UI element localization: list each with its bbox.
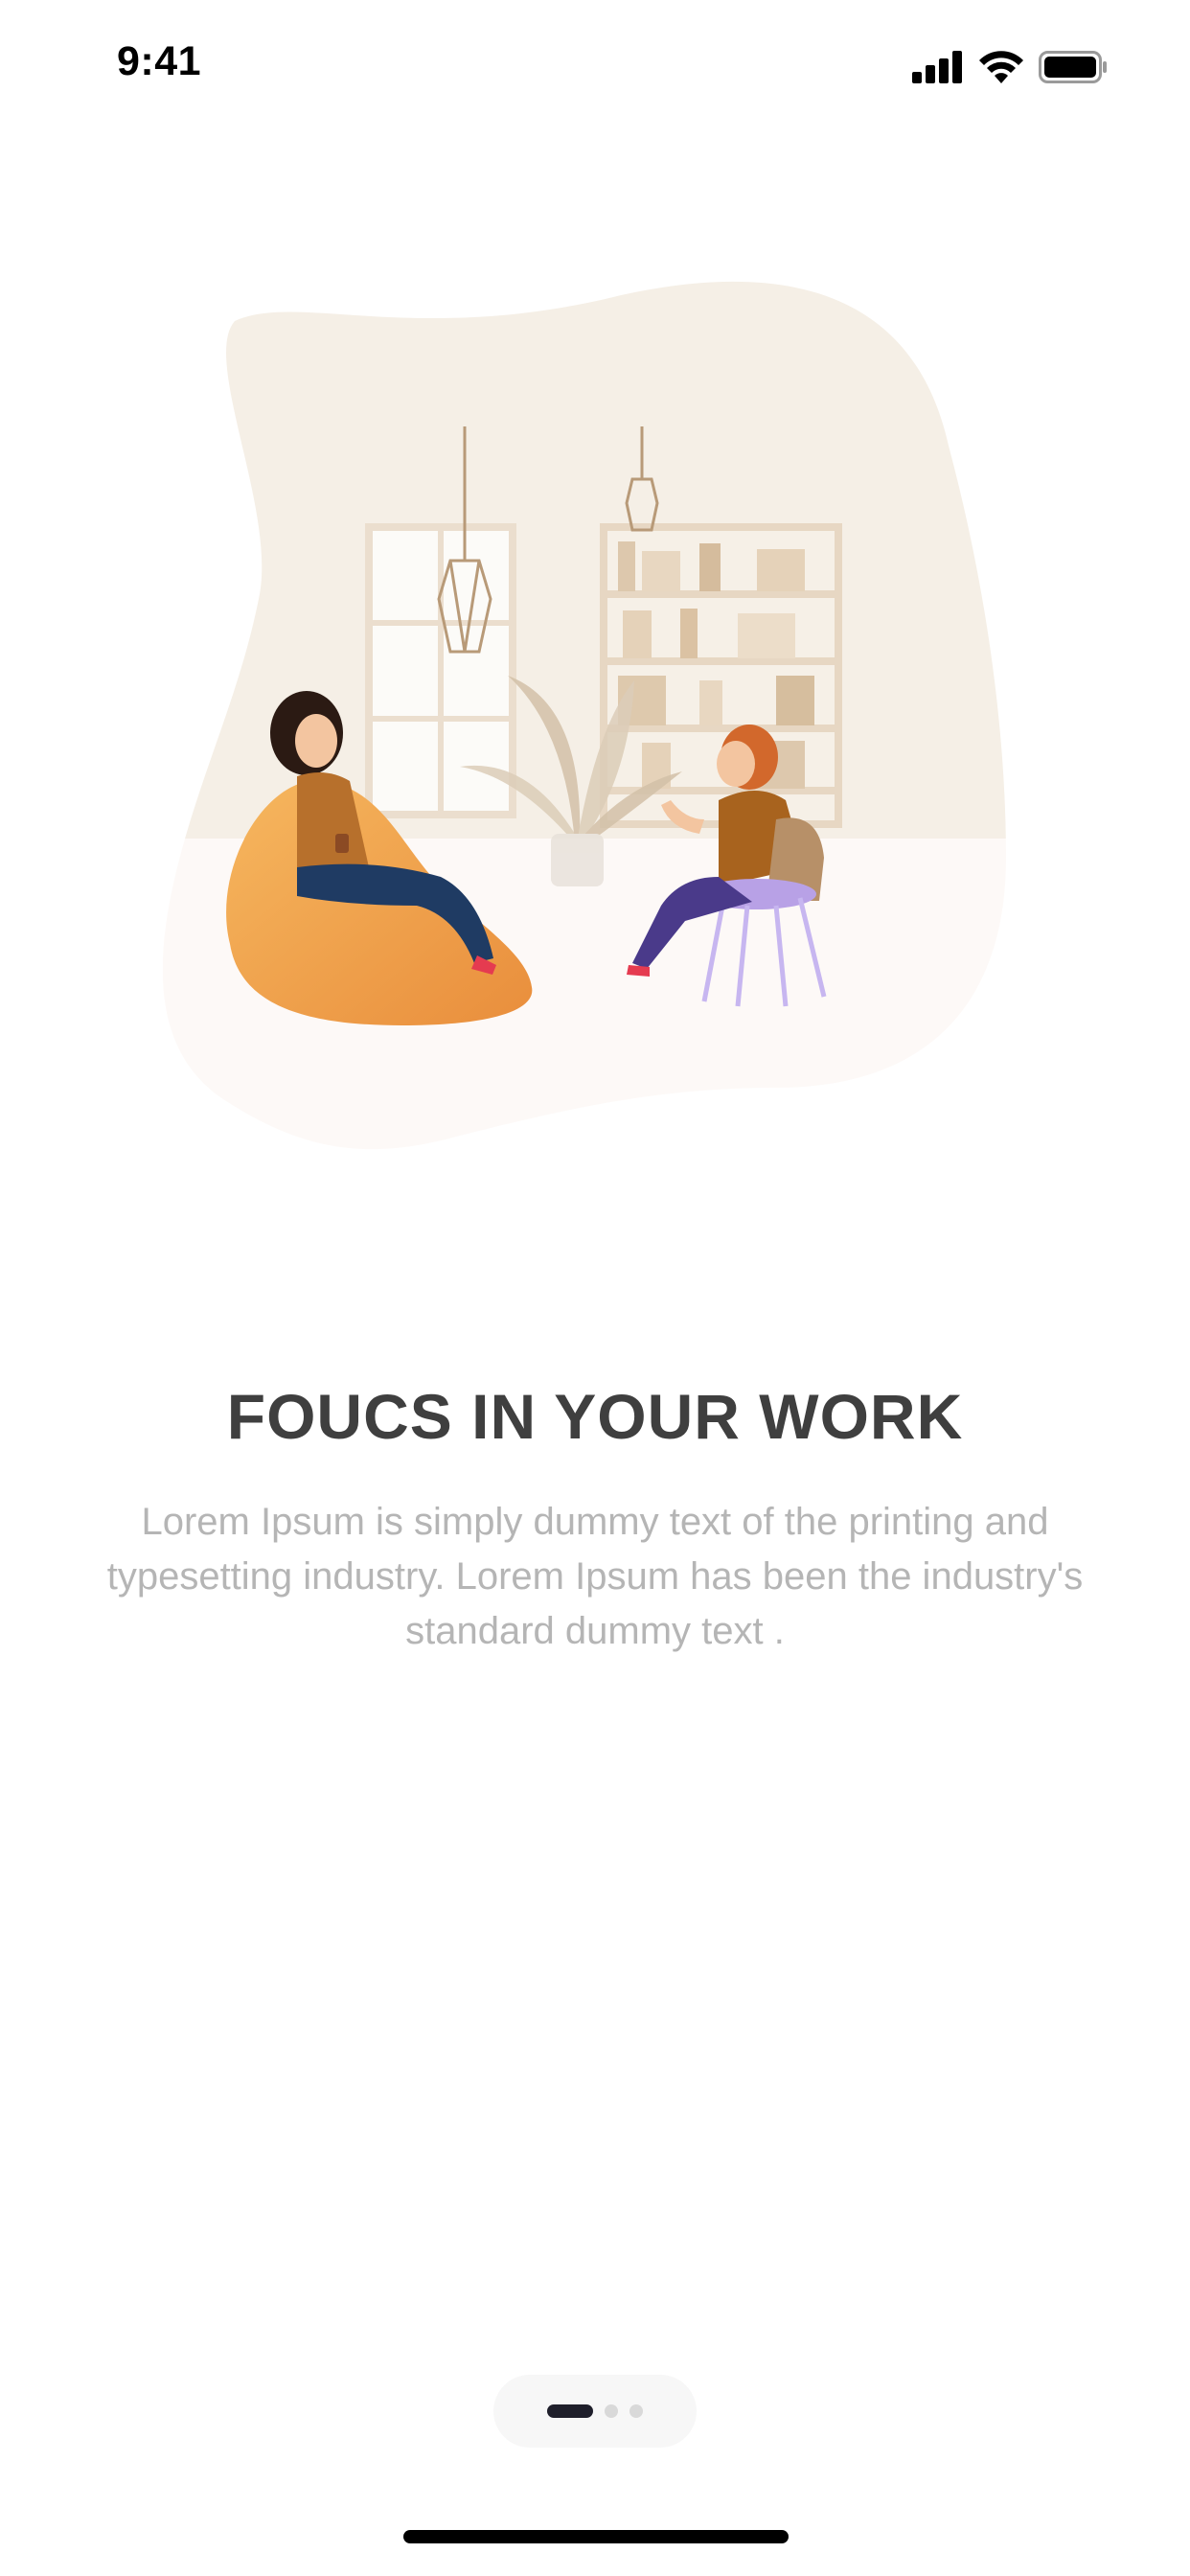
onboarding-description: Lorem Ipsum is simply dummy text of the … (106, 1501, 1084, 1652)
two-people-chatting-illustration (163, 281, 1007, 1150)
page-dot[interactable] (605, 2404, 618, 2418)
status-bar: 9:41 (0, 0, 1190, 134)
status-time: 9:41 (117, 38, 202, 84)
onboarding-title: FOUCS IN YOUR WORK (226, 1381, 964, 1452)
bookshelf (600, 523, 842, 828)
background-blob (163, 281, 1007, 1150)
page-indicator[interactable] (493, 2375, 697, 2448)
status-icons (912, 48, 1108, 86)
cellular-signal-icon (912, 51, 962, 83)
battery-icon (1039, 51, 1107, 83)
wifi-icon (979, 51, 1023, 83)
page-dot-active[interactable] (547, 2404, 593, 2418)
page-dot[interactable] (629, 2404, 643, 2418)
home-indicator[interactable] (403, 2530, 789, 2543)
